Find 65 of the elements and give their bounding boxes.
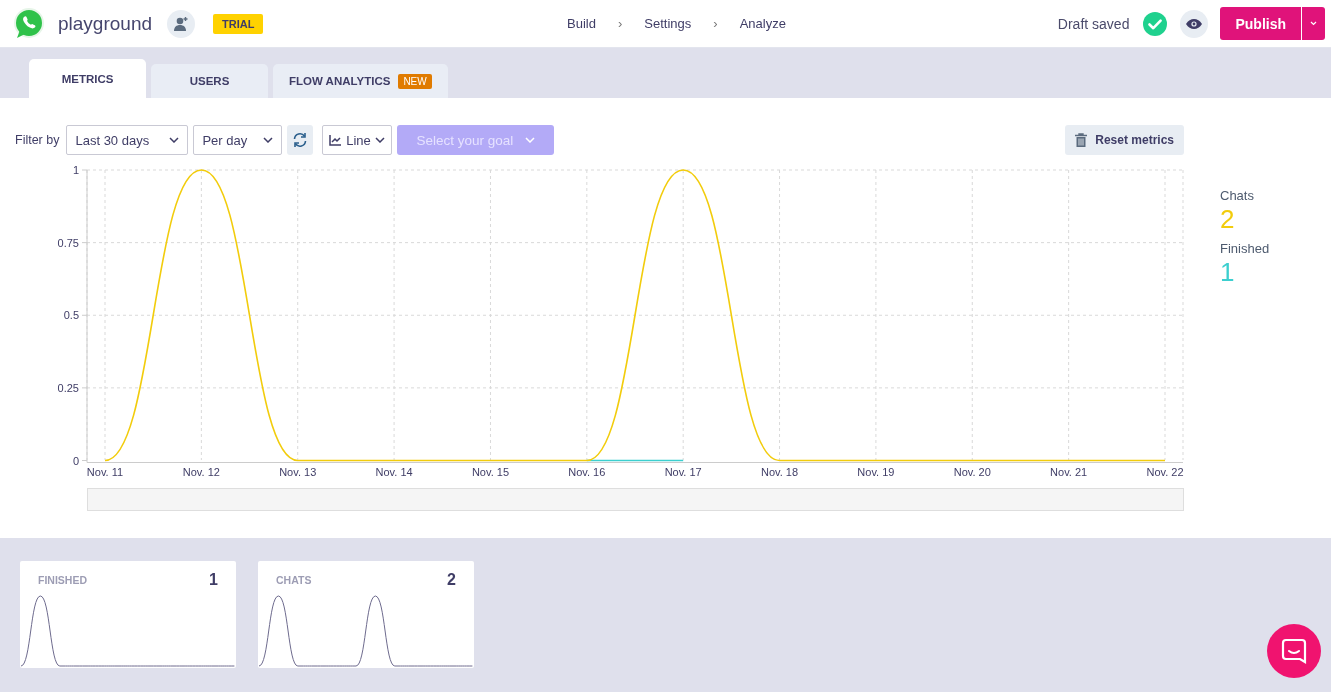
x-axis-label: Nov. 15	[471, 466, 509, 478]
x-axis-label: Nov. 11	[86, 466, 124, 478]
check-icon	[1143, 11, 1168, 36]
y-axis-label: 1	[72, 164, 79, 176]
card-title: CHATS	[276, 574, 312, 586]
breadcrumb-link[interactable]: Analyze	[739, 16, 786, 31]
x-axis-label: Nov. 16	[568, 466, 606, 478]
refresh-button[interactable]	[287, 125, 314, 155]
chevron-down-icon	[375, 137, 386, 143]
chart-type-dropdown[interactable]: Line	[322, 125, 393, 155]
range-slider[interactable]	[87, 488, 1184, 511]
x-axis-label: Nov. 21	[1050, 466, 1088, 478]
add-user-icon	[173, 16, 190, 31]
legend-label: Finished	[1220, 241, 1270, 256]
y-axis-label: 0	[72, 454, 79, 467]
y-axis-label: 0.5	[63, 309, 79, 322]
tab[interactable]: FLOW ANALYTICS NEW	[273, 64, 448, 98]
preview-button[interactable]	[1180, 9, 1209, 38]
card-title: FINISHED	[38, 574, 87, 586]
trash-icon	[1075, 133, 1088, 147]
add-user-button[interactable]	[167, 9, 196, 38]
project-name: playground	[58, 12, 153, 35]
x-axis-label: Nov. 20	[953, 466, 991, 478]
y-axis-label: 0.75	[57, 236, 79, 249]
draft-status: Draft saved	[1057, 15, 1130, 32]
x-axis-label: Nov. 18	[761, 466, 799, 478]
x-axis-label: Nov. 13	[279, 466, 317, 478]
publish-menu-button[interactable]	[1301, 7, 1325, 40]
breadcrumb-separator: ›	[713, 16, 718, 31]
eye-icon	[1186, 18, 1203, 29]
chevron-down-icon	[525, 137, 536, 143]
refresh-icon	[292, 132, 309, 148]
card-value: 1	[209, 571, 218, 589]
chat-launcher-button[interactable]	[1267, 624, 1321, 678]
tab-label: FLOW ANALYTICS	[289, 75, 391, 87]
chevron-down-icon	[169, 137, 180, 143]
period-dropdown[interactable]: Last 30 days	[66, 125, 189, 155]
x-axis-label: Nov. 14	[375, 466, 413, 478]
tab[interactable]: USERS	[151, 64, 268, 98]
legend-label: Chats	[1220, 188, 1255, 203]
trial-badge: TRIAL	[213, 13, 264, 34]
filter-label: Filter by	[15, 133, 60, 147]
total-value: 1	[1220, 256, 1236, 288]
chevron-down-icon	[263, 137, 274, 143]
new-badge: NEW	[398, 73, 432, 89]
caret-icon	[1310, 21, 1317, 26]
granularity-dropdown[interactable]: Per day	[193, 125, 283, 155]
chat-icon	[1281, 638, 1307, 664]
breadcrumb-link[interactable]: Build	[567, 16, 596, 31]
x-axis-label: Nov. 19	[857, 466, 895, 478]
x-axis-label: Nov. 12	[182, 466, 220, 478]
tab-label: USERS	[189, 75, 230, 87]
reset-metrics-button[interactable]: Reset metrics	[1065, 125, 1184, 155]
breadcrumb-link[interactable]: Settings	[644, 16, 692, 31]
line-chart-icon	[329, 134, 342, 146]
tab-label: METRICS	[61, 72, 114, 85]
x-axis-label: Nov. 17	[664, 466, 702, 478]
x-axis-label: Nov. 22	[1146, 466, 1184, 478]
tab[interactable]: METRICS	[29, 59, 146, 98]
breadcrumb-separator: ›	[618, 16, 623, 31]
publish-button[interactable]: Publish	[1220, 7, 1301, 40]
total-value: 2	[1220, 203, 1236, 235]
y-axis-label: 0.25	[57, 381, 79, 394]
card-value: 2	[447, 571, 456, 589]
chat-app-logo-icon	[12, 6, 46, 41]
